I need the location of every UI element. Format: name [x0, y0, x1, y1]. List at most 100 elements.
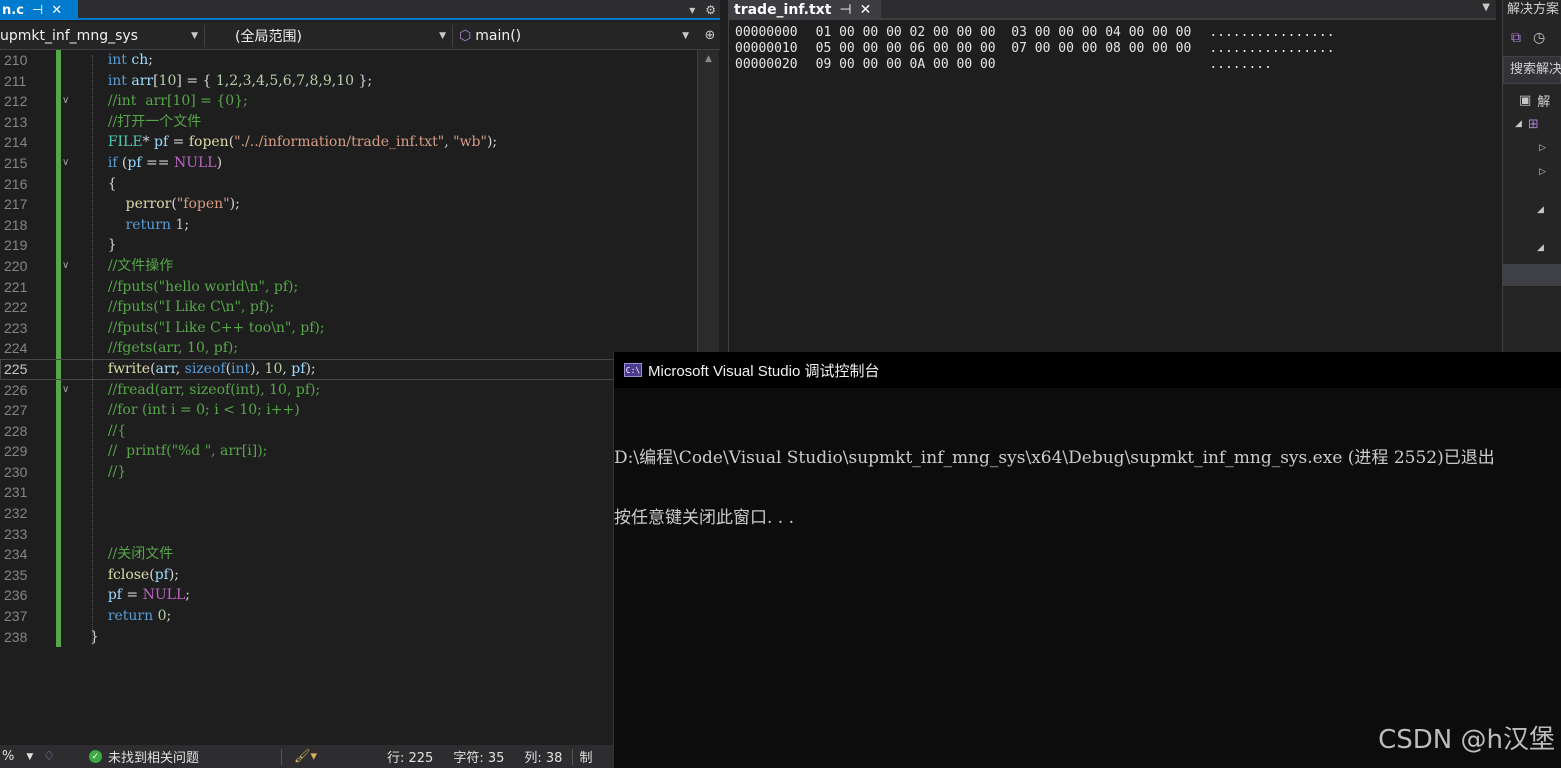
brush-cleanup-icon[interactable]: 🖌▾ [294, 749, 317, 764]
hex-row[interactable]: 00000020 09 00 00 00 0A 00 00 00 ........ [735, 57, 1335, 73]
code-line[interactable]: 212 ∨ //int arr[10] = {0}; [0, 91, 700, 112]
code-line[interactable]: 214 FILE* pf = fopen("./../information/t… [0, 132, 700, 153]
member-dropdown[interactable]: ⬡ main() ▼ [453, 25, 695, 47]
tree-node[interactable]: ▷ [1503, 136, 1561, 160]
tab-trade-inf[interactable]: trade_inf.txt ⊣ ✕ [729, 0, 881, 20]
line-number: 228 [4, 422, 28, 439]
code-line[interactable]: 217 perror("fopen"); [0, 194, 700, 215]
code-line[interactable]: 236 pf = NULL; [0, 585, 700, 606]
history-icon[interactable]: ◷ [1533, 30, 1545, 46]
code-lines[interactable]: 210 int ch; 211 int arr[10] = { 1,2,3,4,5… [0, 50, 700, 745]
code-text: } [90, 628, 99, 645]
code-line[interactable]: 219 } [0, 235, 700, 256]
debug-console-window[interactable]: C:\ Microsoft Visual Studio 调试控制台 D:\编程\… [613, 352, 1561, 768]
project-node[interactable]: ◢ ⊞ [1503, 112, 1561, 136]
fold-chevron-icon[interactable]: ∨ [62, 153, 69, 174]
code-editor[interactable]: n.c ⊣ ✕ ▾ ⚙ upmkt_inf_mng_sys ▼ (全局范围) ▼… [0, 0, 720, 768]
tab-dropdown-icon[interactable]: ▼ [1482, 2, 1490, 13]
fold-chevron-icon[interactable]: ∨ [62, 380, 69, 401]
code-text: //fputs("I Like C++ too\n", pf); [107, 319, 325, 336]
fold-chevron-icon[interactable]: ∨ [62, 256, 69, 277]
code-line[interactable]: 225 fwrite(arr, sizeof(int), 10, pf); [0, 358, 700, 380]
fold-chevron-icon[interactable]: ∨ [62, 91, 69, 112]
line-number: 233 [4, 525, 28, 542]
hex-bytes: 09 00 00 00 0A 00 00 00 [815, 57, 1192, 72]
code-line[interactable]: 221 //fputs("hello world\n", pf); [0, 277, 700, 298]
tab-dropdown-icon[interactable]: ▾ [689, 3, 695, 17]
hex-addr: 00000000 [735, 25, 798, 40]
code-line[interactable]: 229 // printf("%d ", arr[i]); [0, 441, 700, 462]
line-number: 225 [4, 360, 28, 377]
binary-file-viewer[interactable]: trade_inf.txt ⊣ ✕ ▼ 00000000 01 00 00 00 … [728, 0, 1496, 352]
code-line[interactable]: 227 //for (int i = 0; i < 10; i++) [0, 400, 700, 421]
code-line[interactable]: 230 //} [0, 462, 700, 483]
expanded-triangle-icon[interactable]: ◢ [1537, 205, 1544, 215]
line-number: 230 [4, 463, 28, 480]
code-line[interactable]: 228 //{ [0, 421, 700, 442]
code-line[interactable]: 210 int ch; [0, 50, 700, 71]
split-editor-icon[interactable]: ⊕ [700, 28, 720, 43]
line-number-readout[interactable]: 行: 225 [387, 747, 433, 766]
code-line[interactable]: 237 return 0; [0, 606, 700, 627]
project-dropdown[interactable]: upmkt_inf_mng_sys ▼ [0, 24, 205, 47]
expanded-triangle-icon[interactable]: ◢ [1537, 243, 1544, 253]
code-line[interactable]: 216 { [0, 174, 700, 195]
line-number: 231 [4, 484, 28, 501]
hex-dump[interactable]: 00000000 01 00 00 00 02 00 00 00 03 00 00… [735, 25, 1335, 73]
code-line[interactable]: 231 [0, 482, 700, 503]
sync-view-icon[interactable]: ⧉ [1511, 30, 1521, 46]
zoom-level[interactable]: % [2, 749, 14, 764]
code-line[interactable]: 220 ∨ //文件操作 [0, 256, 700, 277]
selected-tree-row[interactable] [1503, 264, 1561, 286]
tab-source-file[interactable]: n.c ⊣ ✕ [0, 0, 78, 20]
code-line[interactable]: 226 ∨ //fread(arr, sizeof(int), 10, pf); [0, 380, 700, 401]
console-title-bar[interactable]: C:\ Microsoft Visual Studio 调试控制台 [614, 352, 1561, 388]
code-line[interactable]: 238} [0, 627, 700, 648]
collapsed-triangle-icon[interactable]: ▷ [1539, 143, 1546, 153]
code-line[interactable]: 218 return 1; [0, 215, 700, 236]
pin-icon[interactable]: ⊣ [839, 2, 851, 18]
scroll-up-icon[interactable]: ▲ [698, 54, 719, 64]
issues-indicator[interactable]: ✓ 未找到相关问题 [88, 747, 199, 766]
close-icon[interactable]: ✕ [860, 2, 872, 18]
zoom-dropdown-icon[interactable]: ▼ [26, 752, 33, 762]
scope-dropdown[interactable]: (全局范围) ▼ [205, 24, 453, 47]
intellicode-icon[interactable]: ♢ [43, 749, 55, 764]
code-line[interactable]: 223 //fputs("I Like C++ too\n", pf); [0, 318, 700, 339]
tree-node[interactable]: ▷ [1503, 160, 1561, 184]
code-line[interactable]: 211 int arr[10] = { 1,2,3,4,5,6,7,8,9,10… [0, 71, 700, 92]
hex-ascii: ................ [1209, 41, 1335, 56]
tree-node[interactable]: ◢ [1503, 198, 1561, 222]
code-line[interactable]: 235 fclose(pf); [0, 565, 700, 586]
tree-node[interactable]: ◢ [1503, 236, 1561, 260]
column-number-readout[interactable]: 列: 38 [524, 747, 562, 766]
code-line[interactable]: 213 //打开一个文件 [0, 112, 700, 133]
code-text: pf = NULL; [107, 587, 190, 604]
code-text: { [90, 175, 117, 192]
code-line[interactable]: 233 [0, 524, 700, 545]
solution-explorer: 解决方案 ⧉ ◷ 搜索解决 ▣ 解 ◢ ⊞ ▷ ▷ ◢ ◢ [1502, 0, 1561, 352]
code-text: perror("fopen"); [125, 196, 240, 213]
collapsed-triangle-icon[interactable]: ▷ [1539, 167, 1546, 177]
divider [572, 748, 574, 765]
chevron-down-icon: ▼ [439, 30, 446, 41]
code-line[interactable]: 224 //fgets(arr, 10, pf); [0, 338, 700, 359]
expanded-triangle-icon[interactable]: ◢ [1515, 119, 1522, 129]
code-line[interactable]: 232 [0, 503, 700, 524]
divider [280, 748, 282, 765]
code-line[interactable]: 215 ∨ if (pf == NULL) [0, 153, 700, 174]
hex-row[interactable]: 00000000 01 00 00 00 02 00 00 00 03 00 00… [735, 25, 1335, 41]
settings-gear-icon[interactable]: ⚙ [705, 3, 716, 17]
close-icon[interactable]: ✕ [51, 3, 62, 18]
code-line[interactable]: 234 //关闭文件 [0, 544, 700, 565]
code-line[interactable]: 222 //fputs("I Like C\n", pf); [0, 297, 700, 318]
solution-search-input[interactable]: 搜索解决 [1503, 56, 1561, 84]
pin-icon[interactable]: ⊣ [32, 3, 43, 18]
solution-node[interactable]: ▣ 解 [1503, 88, 1561, 112]
hex-row[interactable]: 00000010 05 00 00 00 06 00 00 00 07 00 00… [735, 41, 1335, 57]
line-number: 216 [4, 175, 28, 192]
line-number: 219 [4, 237, 28, 254]
line-number: 238 [4, 628, 28, 645]
status-trailing[interactable]: 制 [579, 747, 592, 766]
char-number-readout[interactable]: 字符: 35 [453, 747, 504, 766]
